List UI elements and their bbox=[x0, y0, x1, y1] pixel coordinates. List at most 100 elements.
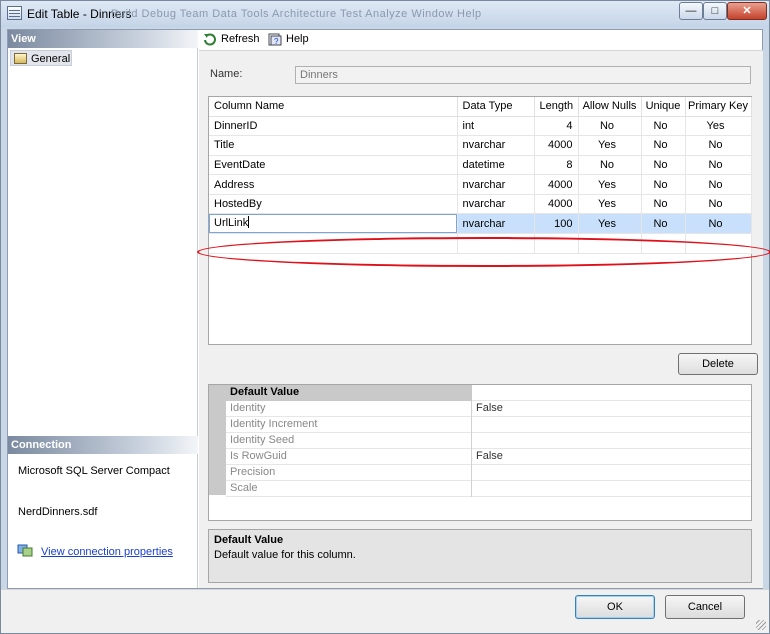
property-value[interactable] bbox=[473, 465, 751, 481]
cell-data-type[interactable]: nvarchar bbox=[457, 135, 535, 156]
cell-data-type[interactable]: nvarchar bbox=[457, 194, 535, 215]
cell-unique[interactable]: No bbox=[641, 135, 686, 156]
col-header-primary-key[interactable]: Primary Key bbox=[685, 97, 752, 117]
col-header-allow-nulls[interactable]: Allow Nulls bbox=[578, 97, 642, 117]
cell-data-type[interactable]: int bbox=[457, 116, 535, 137]
cell-allow-nulls[interactable]: Yes bbox=[578, 174, 642, 195]
cell-column-name[interactable]: Address bbox=[209, 174, 458, 195]
cell-allow-nulls[interactable]: Yes bbox=[578, 213, 642, 235]
view-connection-properties-link[interactable]: View connection properties bbox=[41, 546, 173, 558]
cell-unique[interactable]: No bbox=[641, 174, 686, 195]
cell-allow-nulls[interactable]: Yes bbox=[578, 135, 642, 156]
property-value[interactable]: False bbox=[473, 401, 751, 417]
cell-primary-key[interactable]: No bbox=[685, 135, 752, 156]
col-header-length[interactable]: Length bbox=[534, 97, 579, 117]
column-name-edit-field[interactable]: UrlLink bbox=[209, 214, 456, 233]
property-row-identity-seed[interactable]: Identity Seed bbox=[226, 433, 751, 449]
col-header-unique[interactable]: Unique bbox=[641, 97, 686, 117]
cell-length[interactable]: 4000 bbox=[534, 135, 579, 156]
selected-table-row[interactable]: UrlLink nvarchar 100 Yes No No bbox=[209, 213, 752, 235]
close-button[interactable]: ✕ bbox=[727, 2, 767, 20]
col-header-type[interactable]: Data Type bbox=[457, 97, 535, 117]
connection-server: Microsoft SQL Server Compact bbox=[18, 465, 170, 477]
property-name: Is RowGuid bbox=[226, 449, 472, 465]
connection-file: NerdDinners.sdf bbox=[18, 506, 98, 518]
cell-unique[interactable]: No bbox=[641, 116, 686, 137]
property-name: Identity Seed bbox=[226, 433, 472, 449]
property-value[interactable] bbox=[473, 481, 751, 497]
property-row-default-value[interactable]: Default Value bbox=[226, 385, 751, 401]
refresh-icon bbox=[204, 33, 216, 46]
property-row-precision[interactable]: Precision bbox=[226, 465, 751, 481]
property-value[interactable]: False bbox=[473, 449, 751, 465]
table-row[interactable]: Address nvarchar 4000 Yes No No bbox=[209, 174, 752, 195]
name-label: Name: bbox=[210, 68, 243, 80]
cell-unique[interactable]: No bbox=[641, 213, 686, 235]
dialog-footer: OK Cancel bbox=[1, 589, 769, 633]
general-page-icon bbox=[14, 53, 27, 64]
property-value[interactable] bbox=[473, 385, 751, 401]
cell-data-type[interactable]: nvarchar bbox=[457, 213, 535, 235]
table-row[interactable]: Title nvarchar 4000 Yes No No bbox=[209, 135, 752, 156]
property-row-identity[interactable]: Identity False bbox=[226, 401, 751, 417]
cell-length[interactable]: 4 bbox=[534, 116, 579, 137]
cell-data-type[interactable]: nvarchar bbox=[457, 174, 535, 195]
cancel-button[interactable]: Cancel bbox=[665, 595, 745, 619]
property-row-scale[interactable]: Scale bbox=[226, 481, 751, 497]
cell-primary-key[interactable]: No bbox=[685, 174, 752, 195]
description-text: Default value for this column. bbox=[214, 549, 356, 561]
cell-length[interactable]: 100 bbox=[534, 213, 579, 235]
cell-unique[interactable]: No bbox=[641, 194, 686, 215]
left-pane: View General Connection Microsoft SQL Se… bbox=[8, 30, 198, 588]
refresh-button[interactable]: Refresh bbox=[203, 32, 260, 48]
title-bar[interactable]: Edit Table - Dinners Build Debug Team Da… bbox=[1, 1, 769, 27]
cell-column-name[interactable]: DinnerID bbox=[209, 116, 458, 137]
help-label: Help bbox=[286, 33, 309, 45]
view-item-label: General bbox=[31, 53, 71, 65]
table-row[interactable]: EventDate datetime 8 No No No bbox=[209, 155, 752, 176]
ok-button[interactable]: OK bbox=[575, 595, 655, 619]
cell-column-name[interactable]: EventDate bbox=[209, 155, 458, 176]
property-name: Identity bbox=[226, 401, 472, 417]
property-name: Default Value bbox=[226, 385, 472, 401]
table-row[interactable]: HostedBy nvarchar 4000 Yes No No bbox=[209, 194, 752, 215]
maximize-button[interactable]: □ bbox=[703, 2, 727, 20]
property-name: Identity Increment bbox=[226, 417, 472, 433]
property-row-is-rowguid[interactable]: Is RowGuid False bbox=[226, 449, 751, 465]
cell-primary-key[interactable]: No bbox=[685, 194, 752, 215]
cell-length[interactable]: 8 bbox=[534, 155, 579, 176]
property-name: Precision bbox=[226, 465, 472, 481]
property-value[interactable] bbox=[473, 417, 751, 433]
cell-primary-key[interactable]: No bbox=[685, 213, 752, 235]
cell-data-type[interactable]: datetime bbox=[457, 155, 535, 176]
cell-column-name[interactable]: Title bbox=[209, 135, 458, 156]
grid-header-row: Column Name Data Type Length Allow Nulls… bbox=[209, 97, 752, 117]
dialog-client-area: View General Connection Microsoft SQL Se… bbox=[7, 29, 770, 589]
toolbar: Refresh ? Help bbox=[199, 30, 762, 48]
col-header-name[interactable]: Column Name bbox=[209, 97, 458, 117]
table-name-field[interactable]: Dinners bbox=[295, 66, 751, 84]
resize-grip[interactable] bbox=[756, 620, 766, 630]
table-row[interactable]: DinnerID int 4 No No Yes bbox=[209, 116, 752, 137]
cell-column-name[interactable]: HostedBy bbox=[209, 194, 458, 215]
cell-primary-key[interactable]: No bbox=[685, 155, 752, 176]
cell-allow-nulls[interactable]: Yes bbox=[578, 194, 642, 215]
connection-header: Connection bbox=[8, 436, 198, 454]
property-row-identity-increment[interactable]: Identity Increment bbox=[226, 417, 751, 433]
cell-length[interactable]: 4000 bbox=[534, 174, 579, 195]
cell-column-name-editing[interactable]: UrlLink bbox=[209, 213, 458, 235]
delete-button[interactable]: Delete bbox=[678, 353, 758, 375]
cell-allow-nulls[interactable]: No bbox=[578, 116, 642, 137]
table-icon bbox=[7, 6, 22, 20]
view-item-general[interactable]: General bbox=[10, 50, 72, 66]
description-title: Default Value bbox=[214, 534, 284, 546]
cell-length[interactable]: 4000 bbox=[534, 194, 579, 215]
cell-unique[interactable]: No bbox=[641, 155, 686, 176]
cell-allow-nulls[interactable]: No bbox=[578, 155, 642, 176]
property-value[interactable] bbox=[473, 433, 751, 449]
help-button[interactable]: ? Help bbox=[268, 32, 309, 48]
empty-table-row[interactable] bbox=[209, 233, 752, 255]
help-icon: ? bbox=[268, 33, 282, 46]
minimize-button[interactable]: — bbox=[679, 2, 703, 20]
cell-primary-key[interactable]: Yes bbox=[685, 116, 752, 137]
